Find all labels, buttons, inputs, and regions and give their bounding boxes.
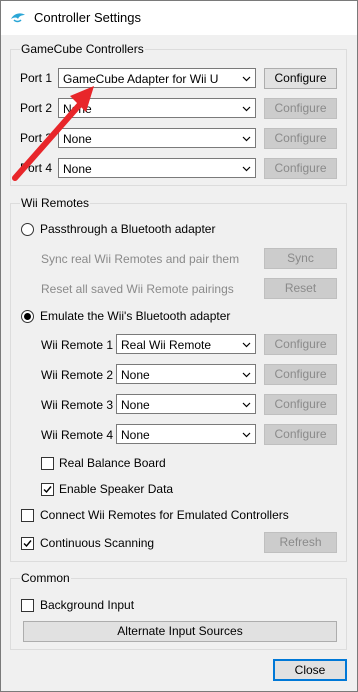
annotation-arrow xyxy=(12,86,94,181)
